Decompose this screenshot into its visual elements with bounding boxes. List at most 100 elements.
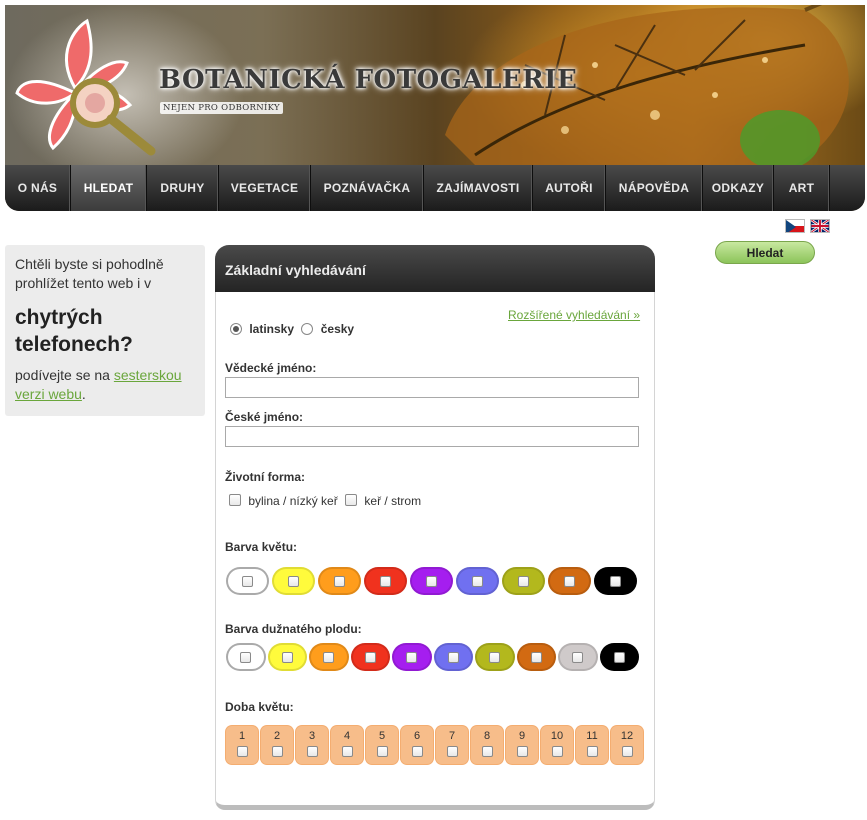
fruit-color-checkbox-10[interactable] [613, 651, 625, 663]
bloom-month-12[interactable]: 12 [611, 726, 643, 764]
month-checkbox[interactable] [306, 746, 318, 757]
month-number: 1 [238, 730, 246, 742]
language-switcher [785, 219, 830, 233]
name-language-options: latinsky česky [230, 322, 358, 336]
search-button[interactable]: Hledat [715, 241, 815, 264]
fruit-color-swatch-7[interactable] [475, 643, 515, 671]
fruit-color-checkbox-3[interactable] [323, 651, 335, 663]
czech-name-input[interactable] [225, 426, 639, 447]
flower-color-checkbox-6[interactable] [472, 575, 483, 587]
flower-color-checkbox-4[interactable] [380, 575, 391, 587]
advanced-search-link[interactable]: Rozšířené vyhledávání » [508, 308, 640, 322]
nav-item-1[interactable]: O NÁS [5, 165, 71, 211]
promo-outro-suffix: . [81, 386, 86, 402]
promo-headline: chytrých telefonech? [15, 306, 133, 356]
flower-color-checkbox-9[interactable] [610, 575, 621, 587]
flower-color-checkbox-1[interactable] [242, 575, 253, 587]
nav-item-4[interactable]: VEGETACE [219, 165, 311, 211]
fruit-color-checkbox-8[interactable] [530, 651, 542, 663]
scientific-name-label: Vědecké jméno: [225, 361, 317, 375]
cz-flag-icon[interactable] [785, 219, 805, 233]
nav-item-6[interactable]: ZAJÍMAVOSTI [424, 165, 533, 211]
bloom-month-2[interactable]: 2 [261, 726, 293, 764]
latin-radio-label: latinsky [249, 322, 295, 336]
bloom-month-3[interactable]: 3 [296, 726, 328, 764]
month-checkbox[interactable] [446, 746, 458, 757]
latin-radio[interactable] [230, 323, 242, 335]
month-checkbox[interactable] [341, 746, 353, 757]
flower-color-checkbox-7[interactable] [518, 575, 529, 587]
promo-outro-prefix: podívejte se na [15, 367, 114, 383]
month-checkbox[interactable] [236, 746, 248, 757]
bloom-month-7[interactable]: 7 [436, 726, 468, 764]
bloom-month-1[interactable]: 1 [226, 726, 258, 764]
bloom-month-11[interactable]: 11 [576, 726, 608, 764]
month-checkbox[interactable] [551, 746, 563, 757]
nav-item-5[interactable]: POZNÁVAČKA [311, 165, 424, 211]
mobile-promo-box: Chtěli byste si pohodlně prohlížet tento… [5, 245, 205, 416]
nav-item-9[interactable]: ODKAZY [703, 165, 774, 211]
bloom-month-5[interactable]: 5 [366, 726, 398, 764]
bloom-month-4[interactable]: 4 [331, 726, 363, 764]
herb-checkbox[interactable] [229, 494, 241, 506]
month-checkbox[interactable] [516, 746, 528, 757]
bloom-month-10[interactable]: 10 [541, 726, 573, 764]
flower-color-checkbox-8[interactable] [564, 575, 575, 587]
fruit-color-swatch-9[interactable] [558, 643, 598, 671]
nav-item-8[interactable]: NÁPOVĚDA [606, 165, 703, 211]
fruit-color-checkbox-2[interactable] [281, 651, 293, 663]
uk-flag-icon[interactable] [810, 219, 830, 233]
fruit-color-checkbox-4[interactable] [364, 651, 376, 663]
month-checkbox[interactable] [271, 746, 283, 757]
nav-item-3[interactable]: DRUHY [147, 165, 219, 211]
bloom-month-9[interactable]: 9 [506, 726, 538, 764]
flower-color-swatch-6[interactable] [456, 567, 499, 595]
month-number: 2 [273, 730, 281, 742]
month-number: 5 [378, 730, 386, 742]
flower-color-swatch-8[interactable] [548, 567, 591, 595]
flower-color-swatch-7[interactable] [502, 567, 545, 595]
scientific-name-input[interactable] [225, 377, 639, 398]
month-number: 3 [308, 730, 316, 742]
fruit-color-swatch-5[interactable] [392, 643, 432, 671]
month-checkbox[interactable] [481, 746, 493, 757]
flower-color-swatch-5[interactable] [410, 567, 453, 595]
bloom-month-8[interactable]: 8 [471, 726, 503, 764]
flower-color-checkbox-3[interactable] [334, 575, 345, 587]
fruit-color-swatch-2[interactable] [267, 643, 307, 671]
fruit-color-checkbox-5[interactable] [406, 651, 418, 663]
flower-color-checkbox-5[interactable] [426, 575, 437, 587]
fruit-color-swatch-8[interactable] [516, 643, 556, 671]
nav-item-7[interactable]: AUTOŘI [533, 165, 606, 211]
flower-color-swatch-1[interactable] [226, 567, 269, 595]
fruit-color-swatch-10[interactable] [599, 643, 639, 671]
month-checkbox[interactable] [411, 746, 423, 757]
site-header: BOTANICKÁ FOTOGALERIE NEJEN PRO ODBORNÍK… [5, 5, 865, 211]
fruit-color-swatch-4[interactable] [350, 643, 390, 671]
month-checkbox[interactable] [376, 746, 388, 757]
fruit-color-checkbox-9[interactable] [572, 651, 584, 663]
shrub-tree-checkbox[interactable] [345, 494, 358, 506]
month-number: 11 [586, 730, 598, 742]
flower-color-swatch-4[interactable] [364, 567, 407, 595]
czech-radio[interactable] [301, 323, 314, 335]
flower-color-swatch-3[interactable] [318, 567, 361, 595]
month-checkbox[interactable] [621, 746, 633, 757]
month-number: 12 [620, 730, 634, 742]
basic-search-panel: Základní vyhledávání Rozšířené vyhledává… [215, 245, 655, 810]
flower-color-swatch-2[interactable] [272, 567, 315, 595]
month-checkbox[interactable] [586, 746, 598, 757]
fruit-color-checkbox-7[interactable] [489, 651, 501, 663]
nav-item-10[interactable]: ART [774, 165, 830, 211]
fruit-color-checkbox-1[interactable] [240, 651, 252, 663]
flower-color-swatch-9[interactable] [594, 567, 637, 595]
flower-magnifier-logo [15, 18, 156, 156]
fruit-color-checkbox-6[interactable] [447, 651, 459, 663]
flower-color-checkbox-2[interactable] [288, 575, 299, 587]
fruit-color-swatch-1[interactable] [226, 643, 266, 671]
fruit-color-swatch-3[interactable] [309, 643, 349, 671]
bloom-month-6[interactable]: 6 [401, 726, 433, 764]
nav-item-2[interactable]: HLEDAT [71, 165, 147, 211]
fruit-color-swatch-6[interactable] [433, 643, 473, 671]
bloom-month-selector: 1 2 3 4 5 6 7 8 9 10 11 12 [226, 726, 643, 764]
